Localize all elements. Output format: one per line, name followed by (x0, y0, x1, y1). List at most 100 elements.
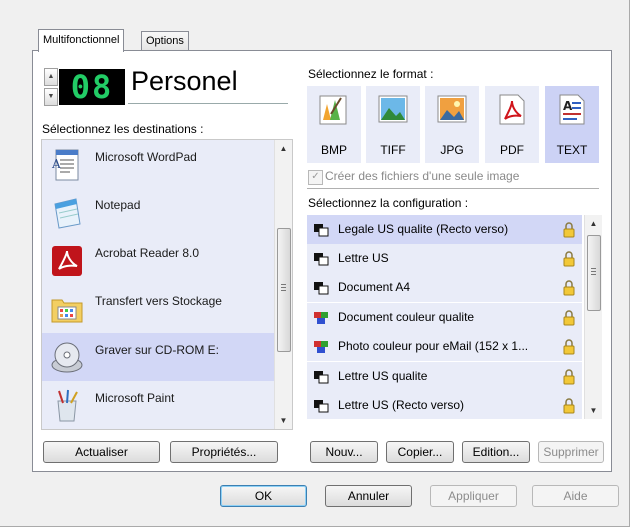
bw-config-icon (314, 371, 329, 384)
apply-button[interactable]: Appliquer (430, 485, 517, 507)
configuration-label: Legale US qualite (Recto verso) (338, 222, 509, 236)
bw-config-icon (314, 400, 329, 413)
destination-label: Microsoft WordPad (95, 150, 197, 164)
format-label: PDF (500, 143, 524, 157)
lock-icon (563, 398, 575, 414)
configuration-item[interactable]: Document A4 (307, 273, 582, 302)
configuration-label: Photo couleur pour eMail (152 x 1... (338, 339, 529, 353)
profile-spinner[interactable]: ▲ ▼ (44, 68, 58, 106)
destination-scrollbar[interactable]: ▲ ▼ (274, 140, 292, 429)
destination-item-wordpad[interactable]: A Microsoft WordPad (42, 140, 275, 188)
single-image-checkbox[interactable]: ✓ (308, 170, 323, 185)
destination-label: Transfert vers Stockage (95, 294, 222, 308)
format-label: TIFF (380, 143, 406, 157)
scroll-up-icon[interactable]: ▲ (275, 140, 292, 157)
single-image-checkbox-label: Créer des fichiers d'une seule image (325, 169, 520, 183)
destination-label: Notepad (95, 198, 141, 212)
destination-item-cdrom[interactable]: Graver sur CD-ROM E: (42, 333, 275, 381)
cancel-button[interactable]: Annuler (325, 485, 412, 507)
format-picker: BMP TIFF JPG PDF A TEXT (307, 86, 599, 163)
destination-item-storage[interactable]: Transfert vers Stockage (42, 284, 275, 332)
configuration-item[interactable]: Legale US qualite (Recto verso) (307, 215, 582, 244)
color-config-icon (314, 312, 328, 324)
new-button[interactable]: Nouv... (310, 441, 378, 463)
help-button[interactable]: Aide (532, 485, 619, 507)
tiff-icon (378, 95, 408, 123)
configuration-item[interactable]: Photo couleur pour eMail (152 x 1... (307, 332, 582, 361)
profile-name: Personel (131, 66, 238, 96)
scrollbar-thumb[interactable] (587, 235, 601, 311)
profile-underline (128, 103, 288, 104)
configuration-item[interactable]: Lettre US (Recto verso) (307, 391, 582, 419)
jpg-icon (437, 95, 467, 123)
configuration-item[interactable]: Lettre US (307, 244, 582, 273)
properties-button[interactable]: Propriétés... (170, 441, 278, 463)
svg-text:A: A (51, 157, 61, 171)
format-label: JPG (440, 143, 464, 157)
bw-config-icon (314, 224, 329, 237)
format-jpg[interactable]: JPG (425, 86, 479, 163)
configuration-scrollbar[interactable]: ▲ ▼ (584, 215, 602, 419)
scroll-down-icon[interactable]: ▼ (585, 402, 602, 419)
lock-icon (563, 310, 575, 326)
spin-up-icon[interactable]: ▲ (44, 68, 58, 86)
bmp-icon (319, 95, 347, 125)
tab-options[interactable]: Options (141, 31, 189, 51)
spin-down-icon[interactable]: ▼ (44, 88, 58, 106)
scanner-settings-dialog: Multifonctionnel Options ▲ ▼ 08 Personel… (0, 0, 630, 527)
format-label: TEXT (556, 143, 588, 157)
configuration-heading: Sélectionnez la configuration : (308, 196, 469, 210)
configuration-label: Document couleur qualite (338, 310, 475, 324)
divider (307, 188, 599, 189)
scroll-down-icon[interactable]: ▼ (275, 412, 292, 429)
configuration-list[interactable]: Legale US qualite (Recto verso) Lettre U… (307, 215, 602, 419)
bw-config-icon (314, 253, 329, 266)
text-icon: A (559, 94, 585, 125)
edit-button[interactable]: Edition... (462, 441, 530, 463)
svg-text:A: A (563, 99, 573, 113)
configuration-label: Lettre US (Recto verso) (338, 398, 465, 412)
delete-button[interactable]: Supprimer (538, 441, 604, 463)
cdrom-icon (51, 342, 83, 373)
acrobat-icon (52, 246, 82, 276)
notepad-icon (54, 198, 81, 229)
ok-button[interactable]: OK (220, 485, 307, 507)
destination-label: Graver sur CD-ROM E: (95, 343, 220, 357)
destination-label: Microsoft Paint (95, 391, 175, 405)
bw-config-icon (314, 282, 329, 295)
copy-button[interactable]: Copier... (386, 441, 454, 463)
color-config-icon (314, 341, 328, 353)
format-label: BMP (320, 143, 347, 157)
format-pdf[interactable]: PDF (485, 86, 539, 163)
configuration-label: Lettre US (338, 251, 389, 265)
tab-multifonctionnel[interactable]: Multifonctionnel (38, 29, 125, 52)
paint-icon (57, 389, 78, 422)
destination-list-items: A Microsoft WordPad Notepad Acrobat Read… (42, 140, 275, 429)
lock-icon (563, 280, 575, 296)
lock-icon (563, 222, 575, 238)
lock-icon (563, 369, 575, 385)
lock-icon (563, 339, 575, 355)
wordpad-icon: A (51, 149, 79, 181)
folder-storage-icon (51, 299, 83, 323)
destination-label: Acrobat Reader 8.0 (95, 246, 200, 260)
lock-icon (563, 251, 575, 267)
format-text[interactable]: A TEXT (545, 86, 599, 163)
refresh-button[interactable]: Actualiser (43, 441, 160, 463)
scrollbar-thumb[interactable] (277, 228, 291, 352)
format-tiff[interactable]: TIFF (366, 86, 420, 163)
configuration-label: Lettre US qualite (338, 369, 428, 383)
format-bmp[interactable]: BMP (307, 86, 361, 163)
profile-number-display: 08 (59, 69, 125, 105)
destination-item-paint[interactable]: Microsoft Paint (42, 381, 275, 429)
configuration-item[interactable]: Document couleur qualite (307, 303, 582, 332)
destination-item-acrobat[interactable]: Acrobat Reader 8.0 (42, 236, 275, 284)
configuration-item[interactable]: Lettre US qualite (307, 362, 582, 391)
scroll-up-icon[interactable]: ▲ (585, 215, 602, 232)
pdf-icon (499, 94, 525, 125)
destination-item-notepad[interactable]: Notepad (42, 188, 275, 236)
configuration-label: Document A4 (338, 280, 411, 294)
destinations-heading: Sélectionnez les destinations : (42, 122, 204, 136)
destination-list[interactable]: A Microsoft WordPad Notepad Acrobat Read… (41, 139, 293, 430)
format-heading: Sélectionnez le format : (308, 67, 434, 81)
